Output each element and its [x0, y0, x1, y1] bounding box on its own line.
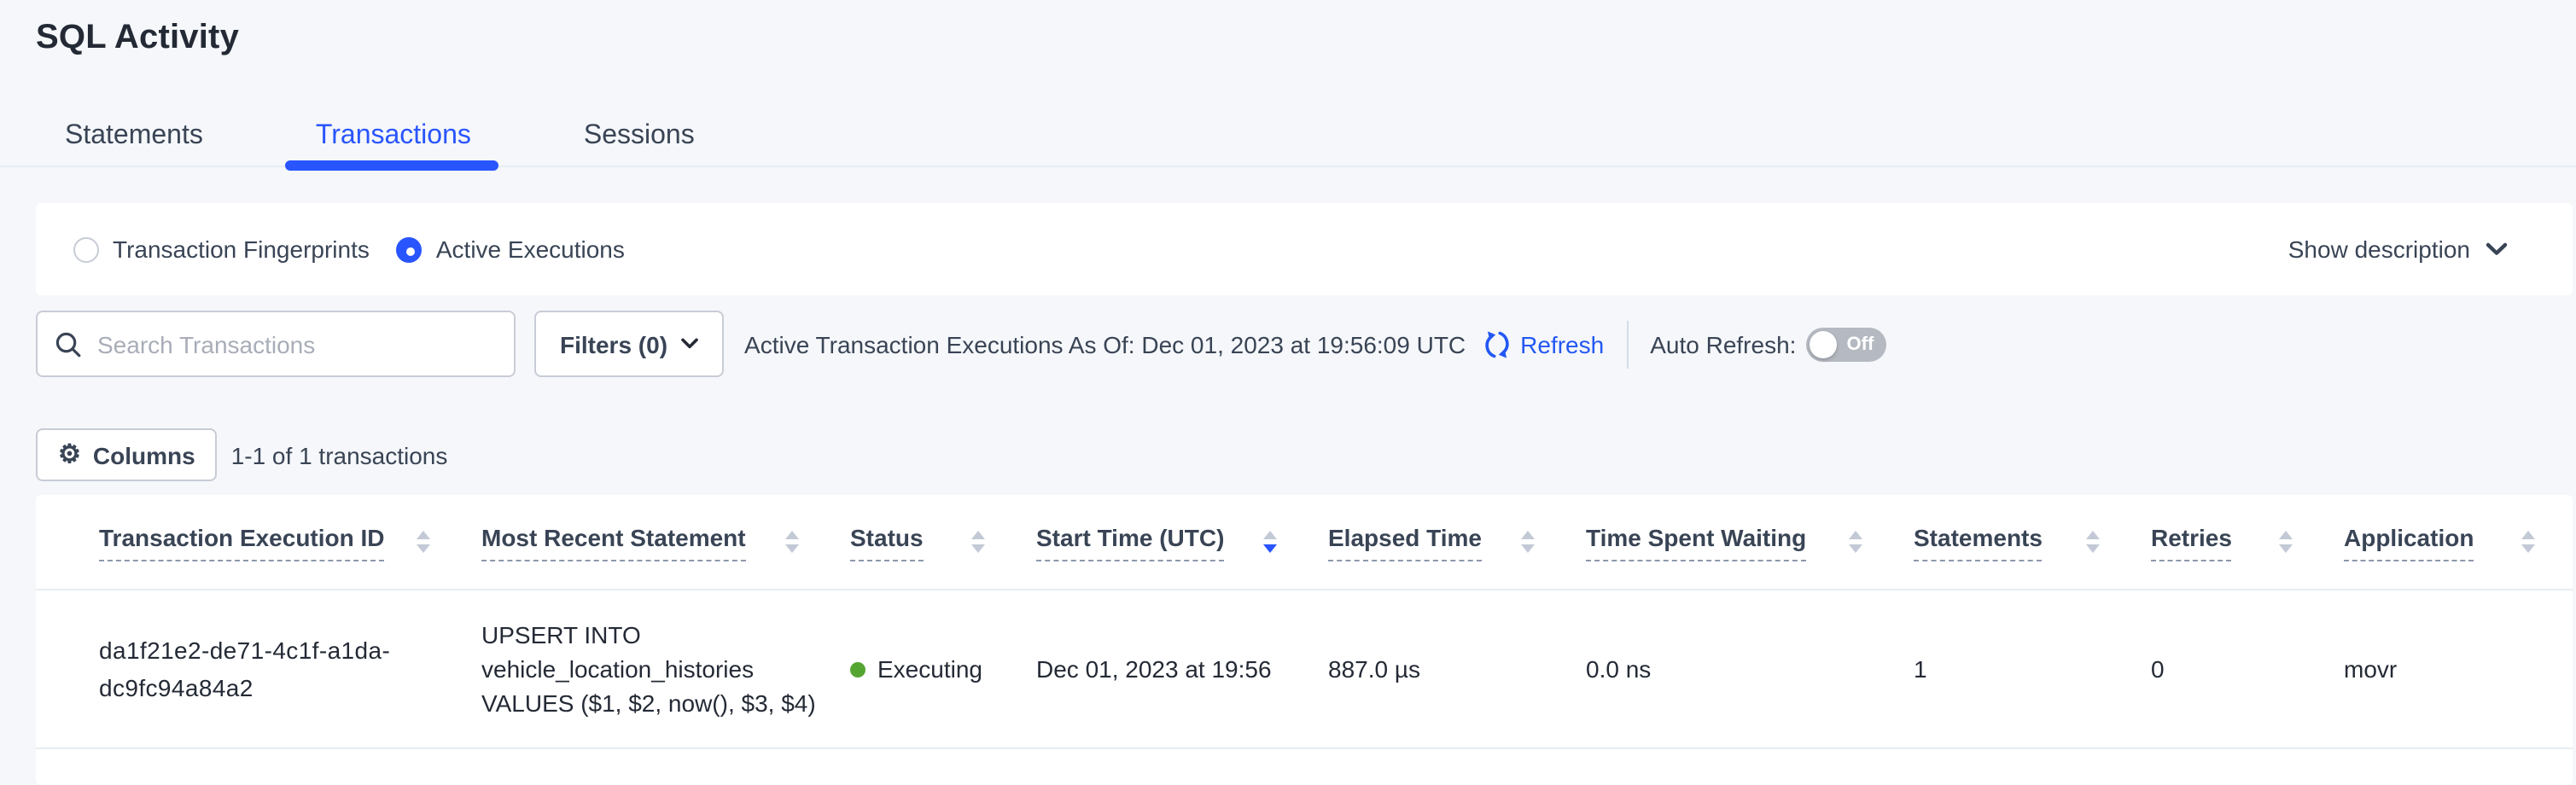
radio-label: Transaction Fingerprints [113, 236, 370, 263]
refresh-icon [1481, 329, 1512, 359]
chevron-down-icon [2486, 242, 2508, 256]
as-of-timestamp: Active Transaction Executions As Of: Dec… [744, 330, 1466, 358]
column-header-start-time[interactable]: Start Time (UTC) [1036, 523, 1328, 561]
cell-status: Executing [850, 655, 1036, 683]
column-header-most-recent-statement[interactable]: Most Recent Statement [481, 523, 850, 561]
cell-time-spent-waiting: 0.0 ns [1586, 655, 1914, 683]
radio-circle-icon [73, 236, 99, 262]
cell-application: movr [2344, 655, 2573, 683]
cell-statements: 1 [1914, 655, 2151, 683]
column-header-application[interactable]: Application [2344, 523, 2573, 561]
refresh-label: Refresh [1520, 330, 1604, 358]
cell-most-recent-statement: UPSERT INTO vehicle_location_histories V… [481, 618, 843, 720]
show-description-toggle[interactable]: Show description [2288, 236, 2508, 263]
tab-transactions[interactable]: Transactions [316, 119, 471, 166]
columns-button-label: Columns [93, 441, 195, 468]
filters-button-label: Filters (0) [560, 330, 667, 358]
view-mode-radio-group: Transaction Fingerprints Active Executio… [73, 236, 625, 263]
search-input[interactable] [97, 330, 497, 358]
sort-icon [2086, 531, 2100, 553]
filters-button[interactable]: Filters (0) [534, 311, 724, 377]
divider [1626, 320, 1628, 368]
search-box [36, 311, 516, 377]
column-header-transaction-execution-id[interactable]: Transaction Execution ID [99, 523, 481, 561]
radio-label: Active Executions [436, 236, 625, 263]
column-header-status[interactable]: Status [850, 523, 1036, 561]
gear-icon: ⚙ [58, 442, 81, 468]
tab-statements[interactable]: Statements [65, 119, 203, 166]
toggle-state-label: Off [1837, 334, 1886, 354]
auto-refresh-toggle[interactable]: Off [1806, 327, 1886, 361]
tab-sessions[interactable]: Sessions [584, 119, 695, 166]
radio-selected-icon [397, 236, 423, 262]
view-mode-card: Transaction Fingerprints Active Executio… [36, 203, 2573, 295]
radio-transaction-fingerprints[interactable]: Transaction Fingerprints [73, 236, 370, 263]
sort-icon [1521, 531, 1535, 553]
column-header-retries[interactable]: Retries [2151, 523, 2344, 561]
sort-icon [2279, 531, 2293, 553]
status-executing-dot-icon [850, 661, 865, 677]
column-header-time-spent-waiting[interactable]: Time Spent Waiting [1586, 523, 1914, 561]
main-content: Transaction Fingerprints Active Executio… [0, 203, 2576, 785]
radio-active-executions[interactable]: Active Executions [397, 236, 625, 263]
chevron-down-icon [681, 338, 698, 350]
tab-bar: Statements Transactions Sessions [0, 119, 2576, 167]
page-title: SQL Activity [0, 0, 2576, 61]
table-row: da1f21e2-de71-4c1f-a1da-dc9fc94a84a2 UPS… [36, 590, 2573, 749]
status-label: Executing [877, 655, 982, 683]
sort-icon [1849, 531, 1862, 553]
cell-elapsed-time: 887.0 µs [1328, 655, 1586, 683]
sql-activity-page: SQL Activity Statements Transactions Ses… [0, 0, 2576, 785]
columns-button[interactable]: ⚙ Columns [36, 428, 218, 481]
column-header-elapsed-time[interactable]: Elapsed Time [1328, 523, 1586, 561]
auto-refresh-label: Auto Refresh: [1650, 330, 1796, 358]
table-header-row: Transaction Execution ID Most Recent Sta… [36, 495, 2573, 590]
refresh-button[interactable]: Refresh [1481, 329, 1604, 359]
filter-bar: Filters (0) Active Transaction Execution… [36, 311, 2573, 377]
cell-transaction-execution-id: da1f21e2-de71-4c1f-a1da-dc9fc94a84a2 [99, 631, 423, 706]
sort-icon [785, 531, 799, 553]
toggle-knob [1810, 330, 1837, 358]
show-description-label: Show description [2288, 236, 2470, 263]
cell-start-time: Dec 01, 2023 at 19:56 [1036, 655, 1328, 683]
cell-retries: 0 [2151, 655, 2344, 683]
column-header-statements[interactable]: Statements [1914, 523, 2151, 561]
app-window: SQL Activity Statements Transactions Ses… [0, 0, 2576, 785]
results-summary: 1-1 of 1 transactions [231, 441, 448, 468]
sort-icon-desc-active [1263, 531, 1277, 553]
sort-icon [417, 531, 430, 553]
transactions-table: Transaction Execution ID Most Recent Sta… [36, 495, 2573, 785]
sort-icon [2521, 531, 2535, 553]
table-controls: ⚙ Columns 1-1 of 1 transactions [36, 428, 2573, 481]
search-icon [55, 330, 82, 358]
sort-icon [971, 531, 985, 553]
